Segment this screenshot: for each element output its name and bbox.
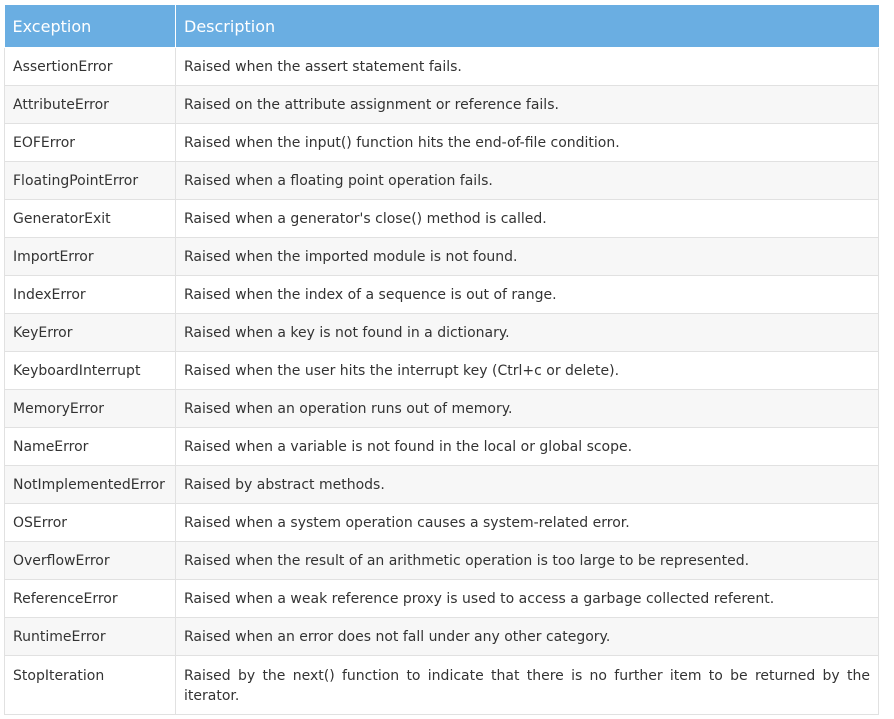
exception-description: Raised when a key is not found in a dict… bbox=[175, 313, 879, 352]
table-body: AssertionError Raised when the assert st… bbox=[4, 47, 879, 715]
exception-name: NameError bbox=[4, 427, 176, 466]
exception-description: Raised by abstract methods. bbox=[175, 465, 879, 504]
header-row: Exception Description bbox=[4, 5, 879, 48]
exception-description: Raised on the attribute assignment or re… bbox=[175, 85, 879, 124]
table-header: Exception Description bbox=[4, 5, 879, 48]
table-row: OSError Raised when a system operation c… bbox=[4, 503, 879, 542]
table-row: RuntimeError Raised when an error does n… bbox=[4, 617, 879, 656]
table-row: IndexError Raised when the index of a se… bbox=[4, 275, 879, 314]
table-row: FloatingPointError Raised when a floatin… bbox=[4, 161, 879, 200]
exception-name: ImportError bbox=[4, 237, 176, 276]
exception-name: StopIteration bbox=[4, 655, 176, 715]
table-row: EOFError Raised when the input() functio… bbox=[4, 123, 879, 162]
exception-name: IndexError bbox=[4, 275, 176, 314]
header-description: Description bbox=[175, 5, 879, 48]
table-row: NotImplementedError Raised by abstract m… bbox=[4, 465, 879, 504]
exception-name: KeyError bbox=[4, 313, 176, 352]
exception-description: Raised when an operation runs out of mem… bbox=[175, 389, 879, 428]
exception-description: Raised when a system operation causes a … bbox=[175, 503, 879, 542]
table-row: GeneratorExit Raised when a generator's … bbox=[4, 199, 879, 238]
exception-name: OSError bbox=[4, 503, 176, 542]
exception-description: Raised when the imported module is not f… bbox=[175, 237, 879, 276]
exception-description: Raised when a weak reference proxy is us… bbox=[175, 579, 879, 618]
table-row: StopIteration Raised by the next() funct… bbox=[4, 655, 879, 715]
exception-name: AssertionError bbox=[4, 47, 176, 86]
table-row: AttributeError Raised on the attribute a… bbox=[4, 85, 879, 124]
table-row: KeyError Raised when a key is not found … bbox=[4, 313, 879, 352]
exception-name: AttributeError bbox=[4, 85, 176, 124]
table-row: NameError Raised when a variable is not … bbox=[4, 427, 879, 466]
header-exception: Exception bbox=[4, 5, 176, 48]
exception-description: Raised by the next() function to indicat… bbox=[175, 655, 879, 715]
exception-description: Raised when the input() function hits th… bbox=[175, 123, 879, 162]
table-row: OverflowError Raised when the result of … bbox=[4, 541, 879, 580]
exception-name: NotImplementedError bbox=[4, 465, 176, 504]
exception-name: FloatingPointError bbox=[4, 161, 176, 200]
exception-description: Raised when the result of an arithmetic … bbox=[175, 541, 879, 580]
exception-description: Raised when a generator's close() method… bbox=[175, 199, 879, 238]
table-row: MemoryError Raised when an operation run… bbox=[4, 389, 879, 428]
table-row: AssertionError Raised when the assert st… bbox=[4, 47, 879, 86]
exception-description: Raised when the user hits the interrupt … bbox=[175, 351, 879, 390]
exception-name: MemoryError bbox=[4, 389, 176, 428]
exceptions-table-container: Exception Description AssertionError Rai… bbox=[4, 5, 879, 715]
exception-name: GeneratorExit bbox=[4, 199, 176, 238]
exception-description: Raised when a variable is not found in t… bbox=[175, 427, 879, 466]
exception-description: Raised when an error does not fall under… bbox=[175, 617, 879, 656]
exception-name: OverflowError bbox=[4, 541, 176, 580]
exception-name: RuntimeError bbox=[4, 617, 176, 656]
table-row: ReferenceError Raised when a weak refere… bbox=[4, 579, 879, 618]
exception-description: Raised when the index of a sequence is o… bbox=[175, 275, 879, 314]
table-row: KeyboardInterrupt Raised when the user h… bbox=[4, 351, 879, 390]
exception-name: ReferenceError bbox=[4, 579, 176, 618]
exception-description: Raised when the assert statement fails. bbox=[175, 47, 879, 86]
table-row: ImportError Raised when the imported mod… bbox=[4, 237, 879, 276]
exception-name: EOFError bbox=[4, 123, 176, 162]
exception-description: Raised when a floating point operation f… bbox=[175, 161, 879, 200]
exceptions-table: Exception Description AssertionError Rai… bbox=[4, 5, 879, 715]
exception-name: KeyboardInterrupt bbox=[4, 351, 176, 390]
